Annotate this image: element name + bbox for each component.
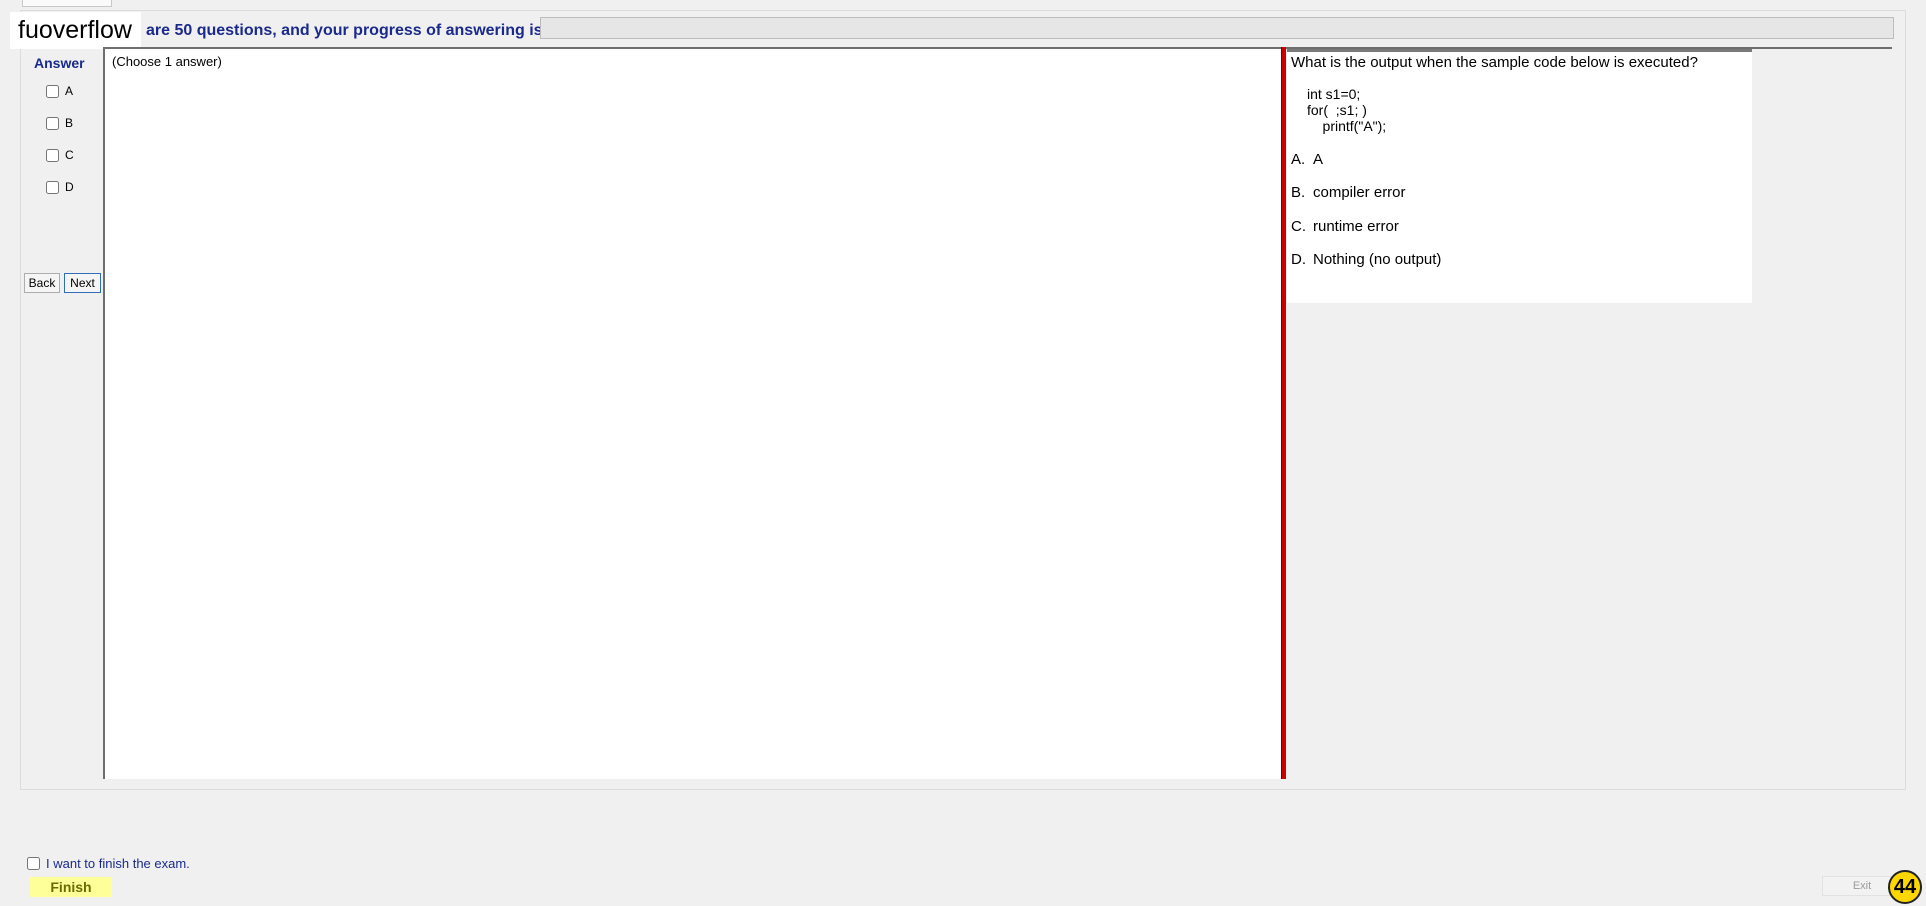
back-button[interactable]: Back (24, 273, 60, 293)
top-tab[interactable] (22, 0, 112, 7)
answer-checkbox-a[interactable] (46, 84, 59, 98)
answer-option-label: A (65, 84, 74, 98)
question-option-c: C. runtime error (1291, 218, 1399, 235)
option-letter: D. (1291, 251, 1306, 268)
progress-bar (540, 17, 1894, 39)
answer-title: Answer (34, 55, 85, 71)
brand-label: fuoverflow (10, 12, 141, 49)
exam-window: fuoverflow are 50 questions, and your pr… (0, 0, 1926, 906)
option-letter: C. (1291, 218, 1306, 235)
finish-exam-checkbox[interactable] (27, 857, 40, 870)
answer-option-c[interactable]: C (46, 148, 74, 162)
answer-option-label: D (65, 180, 74, 194)
choose-hint: (Choose 1 answer) (112, 54, 222, 69)
answer-option-a[interactable]: A (46, 84, 73, 98)
option-text: compiler error (1313, 184, 1406, 201)
finish-exam-option[interactable]: I want to finish the exam. (27, 856, 190, 871)
question-text: What is the output when the sample code … (1291, 54, 1698, 71)
answer-option-label: C (65, 148, 74, 162)
question-panel: What is the output when the sample code … (1287, 49, 1752, 303)
option-letter: A. (1291, 151, 1306, 168)
answer-checkbox-b[interactable] (46, 116, 59, 130)
option-text: runtime error (1313, 218, 1399, 235)
question-option-b: B. compiler error (1291, 184, 1406, 201)
sample-code: int s1=0; for( ;s1; ) printf("A"); (1307, 86, 1387, 134)
panel-splitter[interactable] (1281, 47, 1286, 779)
answer-option-b[interactable]: B (46, 116, 73, 130)
progress-text: are 50 questions, and your progress of a… (146, 22, 543, 39)
option-text: Nothing (no output) (1313, 251, 1442, 268)
answer-checkbox-d[interactable] (46, 180, 59, 194)
counter-badge: 44 (1888, 870, 1922, 904)
answer-option-d[interactable]: D (46, 180, 74, 194)
next-button[interactable]: Next (64, 273, 101, 293)
question-option-a: A. A (1291, 151, 1323, 168)
answer-checkbox-c[interactable] (46, 148, 59, 162)
answer-area[interactable]: (Choose 1 answer) (103, 47, 1281, 779)
question-option-d: D. Nothing (no output) (1291, 251, 1441, 268)
finish-exam-label: I want to finish the exam. (46, 856, 190, 871)
answer-option-label: B (65, 116, 74, 130)
option-letter: B. (1291, 184, 1306, 201)
finish-button[interactable]: Finish (30, 877, 112, 897)
option-text: A (1313, 151, 1324, 168)
